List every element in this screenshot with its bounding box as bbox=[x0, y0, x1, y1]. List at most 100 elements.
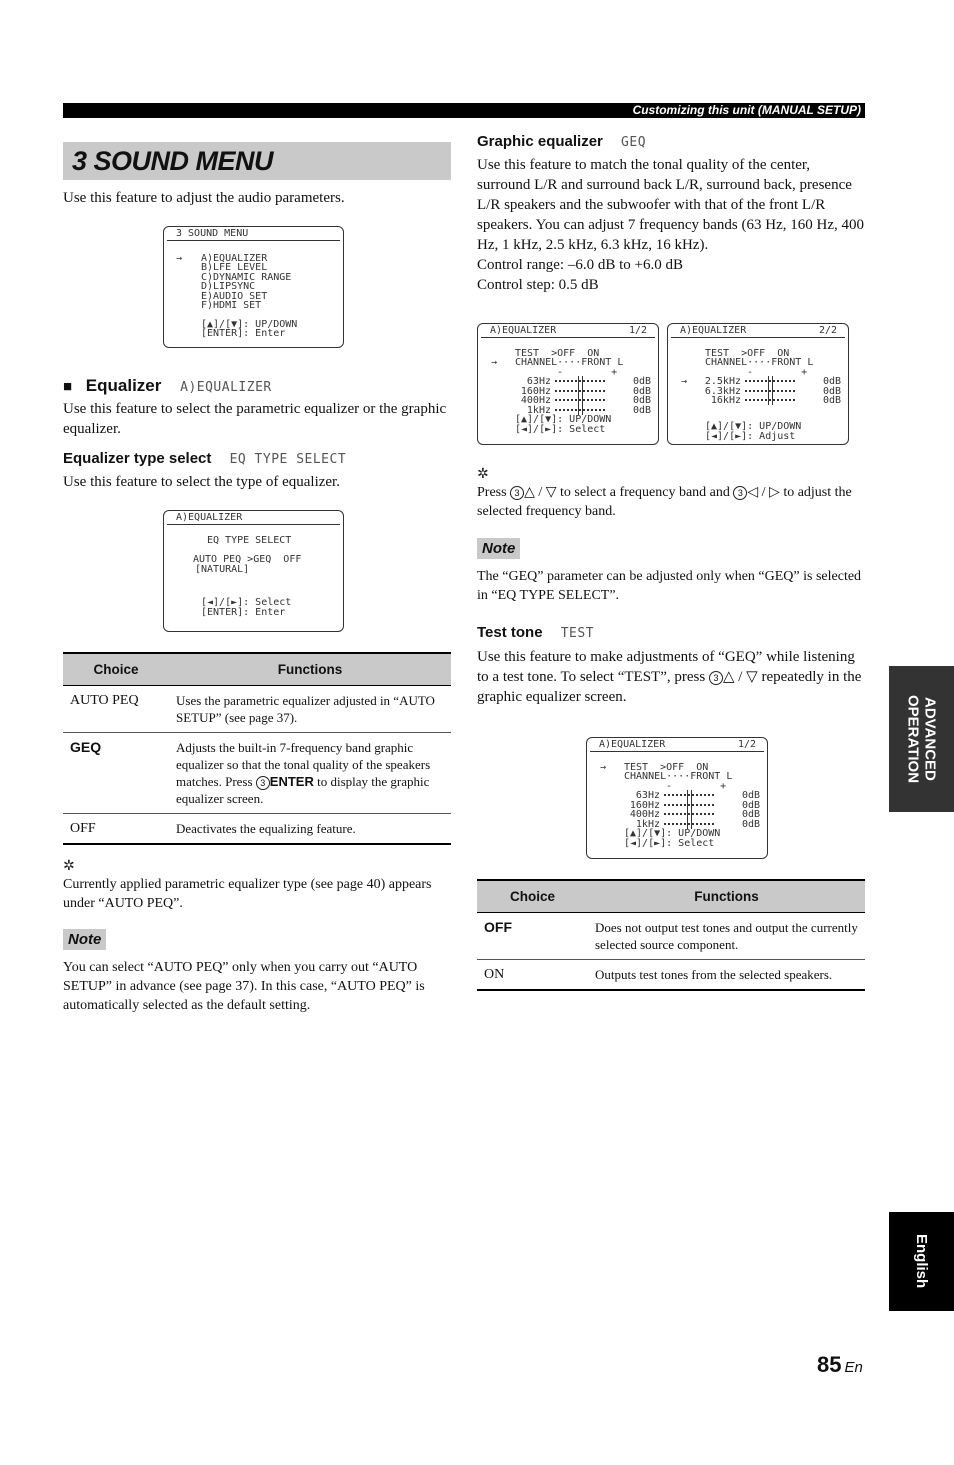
column-header: Choice bbox=[477, 879, 588, 913]
lcd-label: TEST bbox=[560, 626, 595, 641]
eq-level-slider bbox=[664, 790, 714, 800]
osd-page-indicator: 2/2 bbox=[818, 325, 837, 336]
osd-sub-option: [NATURAL] bbox=[195, 563, 250, 575]
osd-menu-item: F)HDMI SET bbox=[201, 300, 262, 311]
cursor-arrow-icon: → bbox=[600, 761, 607, 773]
left-right-arrows-icon: ◁ / ▷ bbox=[747, 485, 780, 500]
osd-title: A)EQUALIZER bbox=[176, 512, 243, 523]
eq-level-slider bbox=[555, 404, 605, 415]
page-number: 85 En bbox=[817, 1352, 863, 1377]
column-header: Functions bbox=[588, 879, 865, 913]
eq-slider-center-mark bbox=[768, 385, 773, 396]
key-number-icon: 3 bbox=[510, 486, 525, 500]
table-row: GEQ Adjusts the built-in 7-frequency ban… bbox=[63, 732, 451, 814]
osd-title: A)EQUALIZER bbox=[680, 325, 747, 336]
note-label: Note bbox=[63, 929, 107, 950]
geq-osd-page-1: A)EQUALIZER 1/2 TEST >OFF ON → CHANNEL····FR… bbox=[477, 323, 659, 445]
osd-subtitle: EQ TYPE SELECT bbox=[207, 534, 292, 546]
eq-level-slider bbox=[745, 376, 795, 386]
osd-title: 3 SOUND MENU bbox=[176, 228, 249, 239]
test-choice-table: Choice Functions OFF Does not output tes… bbox=[477, 879, 865, 991]
eq-slider-center-mark bbox=[687, 790, 692, 800]
eq-level-slider bbox=[745, 395, 795, 405]
eq-choice-table: Choice Functions AUTO PEQ Uses the param… bbox=[63, 652, 451, 845]
eq-slider-center-mark bbox=[578, 404, 583, 415]
osd-page-indicator: 1/2 bbox=[628, 325, 647, 336]
test-tone-osd: A)EQUALIZER 1/2 → TEST >OFF ON CHANNEL····FR… bbox=[586, 737, 768, 859]
eq-slider-center-mark bbox=[687, 809, 692, 819]
up-down-arrows-icon: △ / ▽ bbox=[722, 669, 758, 685]
light-bulb-icon: ✲ bbox=[63, 859, 75, 874]
cursor-arrow-icon: → bbox=[176, 252, 183, 264]
eq-level-slider bbox=[664, 799, 714, 810]
geq-desc: Use this feature to match the tonal qual… bbox=[477, 157, 864, 253]
test-tone-heading: Test tone TEST bbox=[477, 624, 595, 641]
eq-band-level: 0dB bbox=[741, 818, 760, 830]
cursor-arrow-icon: → bbox=[681, 376, 688, 387]
eq-level-slider bbox=[555, 395, 605, 405]
geq-heading: Graphic equalizer GEQ bbox=[477, 133, 647, 150]
eq-level-slider bbox=[555, 385, 605, 396]
column-header: Functions bbox=[169, 652, 451, 686]
eq-level-slider bbox=[664, 818, 714, 829]
osd-hint: [ENTER]: Enter bbox=[201, 328, 286, 339]
side-tab-advanced-operation[interactable]: ADVANCED OPERATION bbox=[889, 666, 954, 812]
eq-band-level: 0dB bbox=[632, 404, 651, 416]
left-column: 3 SOUND MENU Use this feature to adjust … bbox=[63, 140, 451, 1015]
eq-level-slider bbox=[745, 385, 795, 396]
lcd-label: EQ TYPE SELECT bbox=[229, 452, 347, 467]
equalizer-desc: Use this feature to select the parametri… bbox=[63, 401, 447, 437]
eq-type-desc: Use this feature to select the type of e… bbox=[63, 474, 340, 490]
running-header-text: Customizing this unit (MANUAL SETUP) bbox=[632, 103, 861, 117]
bullet-square: ■ bbox=[63, 378, 73, 395]
eq-type-heading: Equalizer type select EQ TYPE SELECT bbox=[63, 450, 347, 467]
osd-hint: [◄]/[►]: Select bbox=[624, 837, 715, 849]
eq-level-slider bbox=[555, 376, 605, 386]
eq-slider-center-mark bbox=[578, 385, 583, 396]
eq-slider-center-mark bbox=[768, 395, 773, 405]
right-column: Graphic equalizer GEQ Use this feature t… bbox=[477, 130, 865, 991]
side-tab-language[interactable]: English bbox=[889, 1212, 954, 1311]
control-step: Control step: 0.5 dB bbox=[477, 277, 599, 293]
osd-hint: [◄]/[►]: Adjust bbox=[705, 430, 796, 442]
eq-slider-center-mark bbox=[578, 376, 583, 386]
table-row: AUTO PEQ Uses the parametric equalizer a… bbox=[63, 685, 451, 733]
key-number-icon: 3 bbox=[708, 671, 723, 685]
section-title-bar: 3 SOUND MENU bbox=[63, 142, 451, 180]
geq-osd-page-2: A)EQUALIZER 2/2 TEST >OFF ON CHANNEL····FRO… bbox=[667, 323, 849, 445]
eq-slider-center-mark bbox=[768, 376, 773, 386]
osd-options: AUTO PEQ >GEQ OFF bbox=[193, 554, 302, 565]
tip-text: Press 3 △ / ▽ to select a frequency band … bbox=[477, 485, 852, 519]
osd-hint: [◄]/[►]: Select bbox=[515, 423, 606, 435]
eq-band-level: 0dB bbox=[822, 395, 841, 406]
key-number-icon: 3 bbox=[733, 486, 748, 500]
table-row: OFF Deactivates the equalizing feature. bbox=[63, 813, 451, 845]
osd-page-indicator: 1/2 bbox=[737, 739, 756, 750]
key-number-icon: 3 bbox=[255, 776, 270, 790]
cursor-arrow-icon: → bbox=[491, 357, 498, 368]
lcd-label: A)EQUALIZER bbox=[180, 380, 272, 395]
note-text: You can select “AUTO PEQ” only when you … bbox=[63, 960, 425, 1013]
eq-type-osd: A)EQUALIZER EQ TYPE SELECT AUTO PEQ >GEQ… bbox=[163, 510, 344, 632]
osd-menu-list: → A)EQUALIZER B)LFE LEVEL C)DYNAMIC RANGE D)… bbox=[164, 241, 343, 311]
sound-menu-osd: 3 SOUND MENU → A)EQUALIZER B)LFE LEVEL C)DY… bbox=[163, 226, 344, 348]
test-tone-desc: Use this feature to make adjustments of … bbox=[477, 649, 862, 705]
up-down-arrows-icon: △ / ▽ bbox=[524, 485, 557, 500]
table-row: OFF Does not output test tones and outpu… bbox=[477, 912, 865, 960]
eq-slider-center-mark bbox=[687, 799, 692, 810]
control-range: Control range: –6.0 dB to +6.0 dB bbox=[477, 257, 683, 273]
eq-level-slider bbox=[664, 809, 714, 819]
osd-hint: [ENTER]: Enter bbox=[201, 606, 286, 618]
intro-text: Use this feature to adjust the audio par… bbox=[63, 190, 345, 206]
table-row: ON Outputs test tones from the selected … bbox=[477, 959, 865, 991]
note-label: Note bbox=[477, 538, 521, 559]
note-text: The “GEQ” parameter can be adjusted only… bbox=[477, 569, 862, 603]
lcd-label: GEQ bbox=[621, 135, 647, 150]
column-header: Choice bbox=[63, 652, 169, 686]
tip-text: Currently applied parametric equalizer t… bbox=[63, 877, 432, 911]
enter-key-label: ENTER bbox=[269, 774, 314, 789]
eq-slider-center-mark bbox=[578, 395, 583, 405]
eq-band-row: 16kHz 0dB bbox=[681, 395, 848, 406]
osd-title: A)EQUALIZER bbox=[599, 739, 666, 750]
running-header: Customizing this unit (MANUAL SETUP) bbox=[63, 103, 865, 118]
